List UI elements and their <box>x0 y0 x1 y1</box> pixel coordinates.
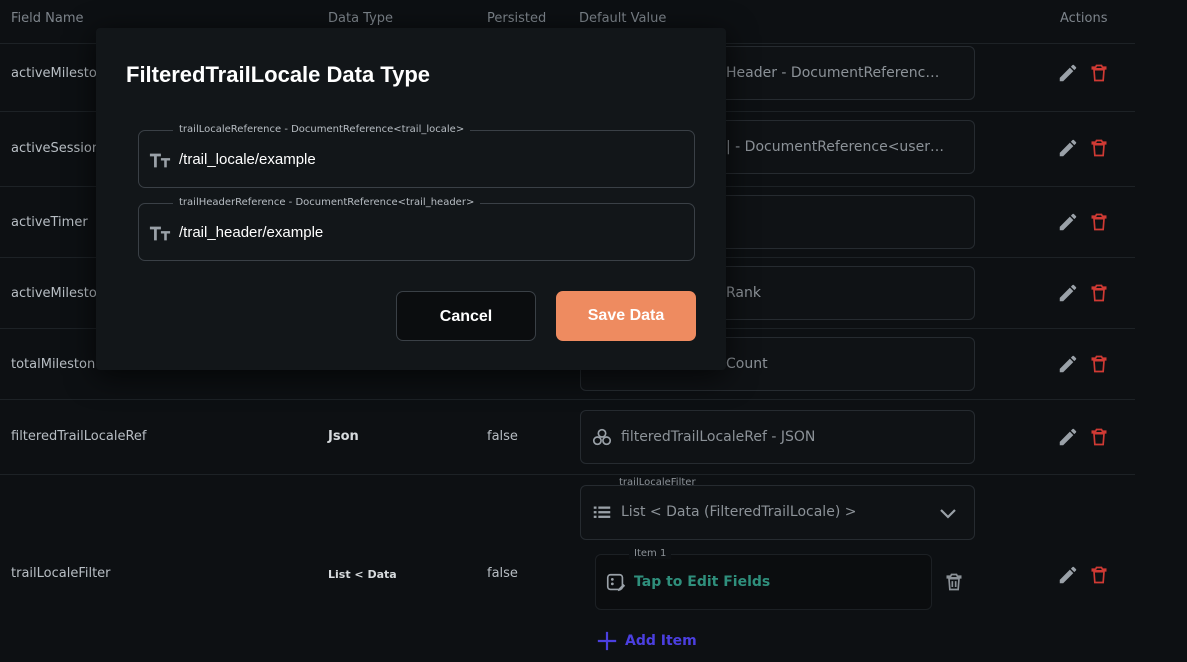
table-row: filteredTrailLocaleRef Json false filter… <box>0 400 1135 475</box>
trash-icon[interactable] <box>1089 62 1109 84</box>
add-item-button[interactable]: Add Item <box>596 630 706 654</box>
row-actions <box>1057 62 1111 86</box>
list-item-card[interactable]: Item 1 Tap to Edit Fields <box>595 548 932 610</box>
modal-title: FilteredTrailLocale Data Type <box>126 62 431 87</box>
default-value-text: Rank <box>726 285 761 301</box>
field-name: activeTimer <box>11 215 88 230</box>
pencil-icon[interactable] <box>1057 211 1079 233</box>
header-persisted: Persisted <box>487 11 547 26</box>
pencil-icon[interactable] <box>1057 62 1079 84</box>
default-value-text: | - DocumentReference<user… <box>726 139 944 155</box>
field-persisted: false <box>487 429 518 444</box>
field-value: /trail_header/example <box>179 224 324 241</box>
trail-locale-reference-field[interactable]: trailLocaleReference - DocumentReference… <box>138 124 695 188</box>
pencil-icon[interactable] <box>1057 564 1079 586</box>
trash-icon[interactable] <box>1089 211 1109 233</box>
header-data-type: Data Type <box>328 11 394 26</box>
trash-icon[interactable] <box>1089 282 1109 304</box>
default-value-field[interactable]: filteredTrailLocaleRef - JSON <box>580 410 975 464</box>
trash-icon[interactable] <box>944 571 964 593</box>
row-actions <box>1057 211 1111 235</box>
trash-icon[interactable] <box>1089 426 1109 448</box>
header-default-value: Default Value <box>579 11 667 26</box>
list-type-value: List < Data (FilteredTrailLocale) > <box>621 504 857 520</box>
plus-icon <box>597 631 617 651</box>
list-icon <box>593 506 611 518</box>
trash-icon[interactable] <box>1089 137 1109 159</box>
item-label: Item 1 <box>629 548 672 559</box>
row-actions <box>1057 426 1111 450</box>
trail-header-reference-field[interactable]: trailHeaderReference - DocumentReference… <box>138 197 695 261</box>
pencil-icon[interactable] <box>1057 353 1079 375</box>
row-actions <box>1057 564 1111 588</box>
pencil-icon[interactable] <box>1057 137 1079 159</box>
table-row: trailLocaleFilter List < Data false trai… <box>0 475 1135 662</box>
field-persisted: false <box>487 566 518 581</box>
json-icon <box>592 428 612 446</box>
row-actions <box>1057 353 1111 377</box>
field-label: trailLocaleReference - DocumentReference… <box>173 124 471 135</box>
cancel-button[interactable]: Cancel <box>396 291 536 341</box>
field-data-type: List < Data <box>328 568 397 581</box>
row-actions <box>1057 137 1111 161</box>
save-data-button[interactable]: Save Data <box>556 291 696 341</box>
data-type-modal: FilteredTrailLocale Data Type trailLocal… <box>96 28 726 370</box>
field-data-type: Json <box>328 429 359 444</box>
field-value: /trail_locale/example <box>179 151 316 168</box>
field-name: activeMilestor <box>11 286 103 301</box>
default-value-text: Count <box>726 356 768 372</box>
field-name: totalMilestone <box>11 357 104 372</box>
text-type-icon <box>149 226 171 241</box>
trash-icon[interactable] <box>1089 353 1109 375</box>
trash-icon[interactable] <box>1089 564 1109 586</box>
chevron-down-icon <box>940 509 956 519</box>
default-value-text: Header - DocumentReferenc… <box>726 65 940 81</box>
pencil-icon[interactable] <box>1057 426 1079 448</box>
default-value-text: filteredTrailLocaleRef - JSON <box>621 429 816 445</box>
row-actions <box>1057 282 1111 306</box>
tap-to-edit-fields: Tap to Edit Fields <box>634 574 771 590</box>
field-name: trailLocaleFilter <box>11 566 111 581</box>
pencil-icon[interactable] <box>1057 282 1079 304</box>
field-name: activeSessionI <box>11 141 104 156</box>
header-field-name: Field Name <box>11 11 84 26</box>
edit-fields-icon <box>606 573 626 592</box>
list-type-dropdown[interactable]: List < Data (FilteredTrailLocale) > <box>580 485 975 540</box>
field-name: activeMilestor <box>11 66 103 81</box>
add-item-label: Add Item <box>625 633 697 649</box>
field-label: trailHeaderReference - DocumentReference… <box>173 197 481 208</box>
header-actions: Actions <box>1060 11 1108 26</box>
field-name: filteredTrailLocaleRef <box>11 429 147 444</box>
text-type-icon <box>149 153 171 168</box>
